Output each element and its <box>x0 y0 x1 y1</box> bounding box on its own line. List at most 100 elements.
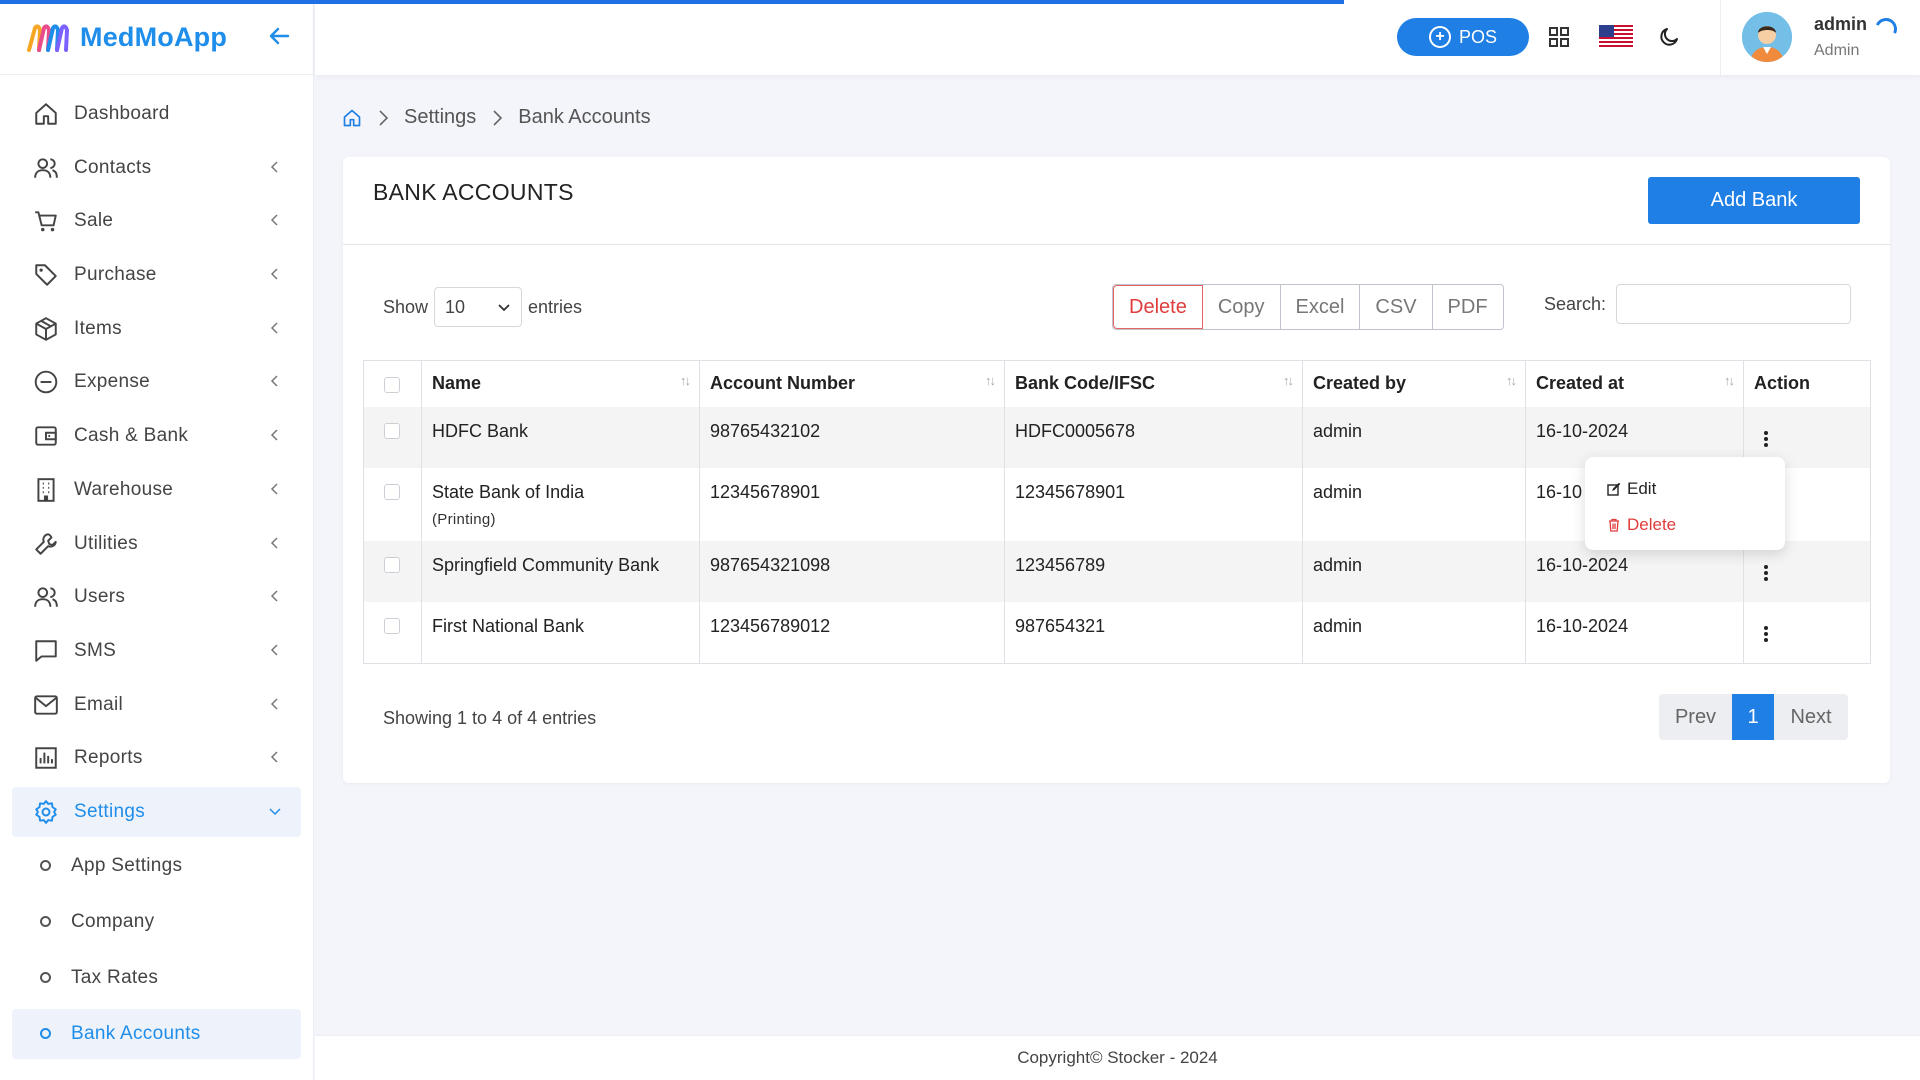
sidebar: MedMoApp Dashboard Contacts Sale Purchas… <box>0 0 314 1080</box>
sidebar-item-label: SMS <box>74 639 117 661</box>
column-header-bank-code[interactable]: Bank Code/IFSC ↑↓ <box>1004 360 1303 407</box>
avatar[interactable] <box>1742 12 1792 62</box>
trash-icon <box>1607 518 1621 532</box>
app-name: MedMoApp <box>80 21 228 52</box>
chevron-left-icon <box>270 214 278 226</box>
row-checkbox[interactable] <box>384 483 400 500</box>
sidebar-item-reports[interactable]: Reports <box>12 733 301 783</box>
plus-circle-icon: + <box>1428 26 1451 48</box>
cell-bank-code: 123456789 <box>1004 540 1303 602</box>
footer: Copyright© Stocker - 2024 <box>315 1035 1920 1080</box>
csv-button[interactable]: CSV <box>1360 285 1433 329</box>
theme-toggle-button[interactable] <box>1654 22 1684 52</box>
sidebar-subitem-company[interactable]: Company <box>12 897 301 947</box>
cell-account-number: 98765432102 <box>699 406 1005 468</box>
sidebar-item-expense[interactable]: Expense <box>12 357 301 407</box>
sidebar-item-sms[interactable]: SMS <box>12 626 301 676</box>
sort-icon: ↑↓ <box>985 373 996 388</box>
add-bank-button[interactable]: Add Bank <box>1648 177 1860 224</box>
home-icon[interactable] <box>342 108 362 128</box>
page-length-select[interactable]: 10 <box>434 287 523 327</box>
page-title: BANK ACCOUNTS <box>373 179 574 205</box>
sidebar-collapse-button[interactable] <box>264 20 296 52</box>
copy-button[interactable]: Copy <box>1202 285 1281 329</box>
cell-created-by: admin <box>1302 601 1526 664</box>
row-checkbox[interactable] <box>384 422 400 439</box>
tag-icon <box>32 261 60 289</box>
chevron-down-icon <box>498 304 510 312</box>
search-input[interactable] <box>1616 284 1852 324</box>
sidebar-subitem-bank-accounts[interactable]: Bank Accounts <box>12 1008 301 1059</box>
bulk-delete-button[interactable]: Delete <box>1113 285 1203 329</box>
sidebar-subitem-app-settings[interactable]: App Settings <box>12 841 301 891</box>
sidebar-item-cash-bank[interactable]: Cash & Bank <box>12 411 301 461</box>
chevron-right-icon <box>376 108 390 128</box>
row-actions-menu-icon[interactable] <box>1754 620 1778 648</box>
row-actions-menu-icon[interactable] <box>1754 559 1778 587</box>
column-header-created-by[interactable]: Created by ↑↓ <box>1302 360 1526 407</box>
row-checkbox[interactable] <box>384 617 400 634</box>
arrow-left-icon <box>269 27 290 45</box>
sidebar-item-users[interactable]: Users <box>12 572 301 622</box>
sidebar-item-label: Items <box>74 317 122 339</box>
language-button[interactable] <box>1598 22 1634 52</box>
cell-created-by: admin <box>1302 467 1526 541</box>
top-header: + POS admin Admin <box>315 0 1920 75</box>
cell-created-by: admin <box>1302 540 1526 602</box>
excel-button[interactable]: Excel <box>1280 285 1361 329</box>
mail-icon <box>32 691 60 719</box>
loading-spinner-icon <box>1871 14 1901 44</box>
sidebar-item-sale[interactable]: Sale <box>12 196 301 246</box>
chevron-left-icon <box>270 644 278 656</box>
header-divider <box>1720 0 1721 75</box>
sidebar-item-settings[interactable]: Settings <box>12 786 301 837</box>
breadcrumb-settings[interactable]: Settings <box>404 106 476 129</box>
show-label: Show <box>383 296 429 317</box>
next-page-button[interactable]: Next <box>1774 694 1848 740</box>
wrench-icon <box>32 530 60 558</box>
sidebar-item-contacts[interactable]: Contacts <box>12 143 301 193</box>
page-1-button[interactable]: 1 <box>1732 694 1774 740</box>
page-loading-progress <box>0 0 1344 4</box>
sort-icon: ↑↓ <box>1724 373 1735 388</box>
row-actions-menu-icon[interactable] <box>1754 425 1778 453</box>
cell-account-number: 987654321098 <box>699 540 1005 602</box>
apps-grid-button[interactable] <box>1544 22 1574 52</box>
column-header-name[interactable]: Name ↑↓ <box>421 360 700 407</box>
sidebar-item-label: Dashboard <box>74 103 170 124</box>
column-header-created-at[interactable]: Created at ↑↓ <box>1525 360 1744 407</box>
page-length-control: Show 10 entries <box>383 287 582 327</box>
pos-button[interactable]: + POS <box>1397 18 1529 56</box>
message-icon <box>32 637 60 665</box>
entries-label: entries <box>528 296 583 317</box>
card-header: BANK ACCOUNTS Add Bank <box>343 157 1890 245</box>
sidebar-subitem-label: Tax Rates <box>71 966 159 988</box>
chevron-left-icon <box>270 268 278 280</box>
prev-page-button[interactable]: Prev <box>1659 694 1732 740</box>
edit-menu-item[interactable]: Edit <box>1585 471 1785 507</box>
breadcrumb: Settings Bank Accounts <box>342 106 651 129</box>
chevron-left-icon <box>270 483 278 495</box>
sidebar-item-email[interactable]: Email <box>12 680 301 730</box>
user-role: Admin <box>1814 42 1860 59</box>
sidebar-item-purchase[interactable]: Purchase <box>12 250 301 300</box>
gear-icon <box>32 798 60 826</box>
cell-account-number: 12345678901 <box>699 467 1005 541</box>
export-buttons: Delete Copy Excel CSV PDF <box>1112 284 1504 330</box>
sidebar-subitem-tax-rates[interactable]: Tax Rates <box>12 953 301 1003</box>
sidebar-item-utilities[interactable]: Utilities <box>12 519 301 569</box>
select-all-checkbox[interactable] <box>384 376 400 393</box>
table-info: Showing 1 to 4 of 4 entries <box>383 708 597 728</box>
pdf-button[interactable]: PDF <box>1432 285 1503 329</box>
cell-name: First National Bank <box>421 601 700 664</box>
delete-menu-item[interactable]: Delete <box>1585 507 1785 543</box>
sidebar-item-dashboard[interactable]: Dashboard <box>12 89 301 139</box>
minus-circle-icon <box>32 368 60 396</box>
sidebar-item-label: Sale <box>74 210 114 232</box>
sidebar-item-items[interactable]: Items <box>12 304 301 354</box>
column-header-account-number[interactable]: Account Number ↑↓ <box>699 360 1005 407</box>
sidebar-item-warehouse[interactable]: Warehouse <box>12 465 301 515</box>
row-checkbox[interactable] <box>384 556 400 573</box>
cell-created-by: admin <box>1302 406 1526 468</box>
sidebar-subitem-label: Bank Accounts <box>71 1022 201 1044</box>
